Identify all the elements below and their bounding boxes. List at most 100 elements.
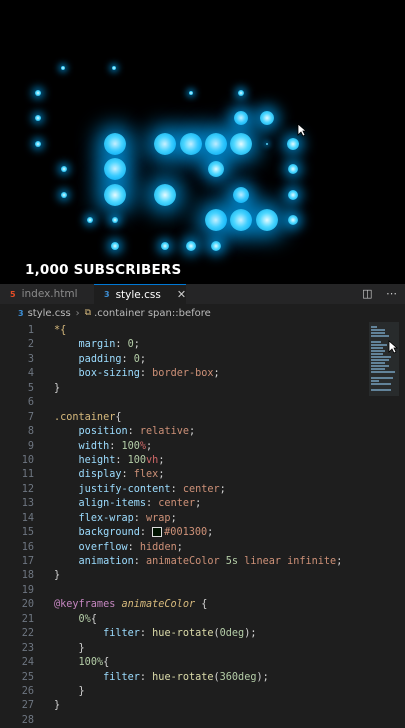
- line-number: 8: [27, 426, 34, 438]
- code-token: :: [127, 426, 140, 438]
- code-token: animateColor: [146, 556, 226, 567]
- code-token: 5s: [225, 556, 239, 567]
- more-actions-icon[interactable]: ⋯: [386, 287, 397, 300]
- glow-dot: [288, 215, 298, 225]
- glow-dot: [104, 133, 126, 155]
- code-token: flex: [133, 469, 159, 481]
- code-line: 20 @keyframes animateColor {: [0, 598, 360, 612]
- line-number: 22: [21, 628, 34, 640]
- code-token: border-box: [152, 368, 214, 380]
- code-line: 28: [0, 714, 360, 728]
- glow-dot: [288, 164, 298, 174]
- code-token: :: [133, 556, 147, 567]
- code-token: align-items: [78, 498, 147, 510]
- code-line: 15 background: #001300;: [0, 526, 360, 540]
- line-number: 7: [27, 411, 34, 423]
- line-number: 10: [21, 454, 34, 466]
- breadcrumb-file[interactable]: style.css: [28, 308, 71, 319]
- breadcrumb-selector[interactable]: .container span::before: [94, 308, 211, 319]
- css3-icon: 3: [18, 308, 24, 318]
- glow-dot: [230, 133, 252, 155]
- code-editor: 5 index.html 3 style.css ✕ ◫ ⋯ 3 style.c…: [0, 284, 405, 726]
- code-token: :: [139, 368, 153, 380]
- code-token: flex-wrap: [78, 512, 134, 524]
- code-line: 13 align-items: center;: [0, 497, 360, 511]
- mouse-cursor-icon: [388, 340, 398, 354]
- code-token: 360deg: [219, 671, 257, 683]
- code-token: hue-rotate: [152, 671, 214, 683]
- line-number: 19: [21, 584, 34, 596]
- code-token: ;: [133, 339, 140, 351]
- subscribers-caption: 1,000 SUBSCRIBERS: [25, 262, 182, 278]
- code-token: center: [158, 498, 196, 510]
- code-token: ;: [336, 556, 343, 567]
- code-token: vh: [146, 454, 159, 466]
- code-token: ;: [158, 469, 165, 481]
- line-number: 15: [21, 527, 34, 539]
- line-number: 18: [21, 570, 34, 582]
- line-number: 9: [27, 440, 34, 452]
- code-token: linear infinite: [238, 556, 337, 567]
- code-line: 7 .container{: [0, 411, 360, 425]
- line-number: 3: [27, 353, 34, 365]
- code-line: 24 100%{: [0, 656, 360, 670]
- code-token: #001300: [164, 527, 208, 539]
- code-token: ;: [195, 498, 202, 510]
- code-line: 1 *{: [0, 324, 360, 338]
- glow-dot: [256, 209, 278, 231]
- code-token: hidden: [139, 541, 177, 553]
- code-line: 2 margin: 0;: [0, 338, 360, 352]
- line-number: 4: [27, 368, 34, 380]
- code-token: :: [127, 541, 140, 553]
- code-token: }: [54, 700, 61, 712]
- color-swatch[interactable]: [152, 527, 163, 538]
- code-token: padding: [78, 353, 122, 365]
- code-token: ;: [170, 512, 177, 524]
- glow-dot: [205, 133, 227, 155]
- line-number: 14: [21, 512, 34, 524]
- code-line: 9 width: 100%;: [0, 440, 360, 454]
- tab-bar: 5 index.html 3 style.css ✕ ◫ ⋯: [0, 284, 405, 304]
- code-line: 17 animation: animateColor 5s linear inf…: [0, 555, 360, 569]
- breadcrumb: 3 style.css › ⧉ .container span::before: [0, 304, 405, 322]
- glow-dot: [180, 133, 202, 155]
- code-token: animation: [78, 556, 134, 567]
- split-editor-icon[interactable]: ◫: [362, 287, 372, 300]
- code-token: :: [170, 483, 183, 495]
- code-token: @keyframes: [54, 599, 116, 611]
- glow-dot: [111, 242, 119, 250]
- close-tab-icon[interactable]: ✕: [177, 288, 186, 301]
- glow-dot: [87, 217, 93, 223]
- code-token: margin: [78, 339, 116, 351]
- tab-index-html[interactable]: 5 index.html: [10, 284, 90, 304]
- line-number: 2: [27, 339, 34, 351]
- line-number: 11: [21, 469, 34, 481]
- line-number: 13: [21, 498, 34, 510]
- code-token: :: [146, 498, 159, 510]
- css3-icon: 3: [104, 290, 110, 299]
- minimap[interactable]: [369, 322, 399, 396]
- line-number: 23: [21, 642, 34, 654]
- code-token: height: [78, 454, 116, 466]
- code-token: justify-content: [78, 483, 171, 495]
- code-token: width: [78, 440, 110, 452]
- code-line: 10 height: 100vh;: [0, 454, 360, 468]
- selector-icon: ⧉: [84, 308, 92, 318]
- code-line: 21 0%{: [0, 613, 360, 627]
- code-token: position: [78, 426, 128, 438]
- tab-style-css[interactable]: 3 style.css ✕: [94, 284, 186, 304]
- code-token: box-sizing: [78, 368, 140, 380]
- code-token: }: [54, 570, 61, 582]
- code-line: 4 box-sizing: border-box;: [0, 367, 360, 381]
- line-number: 1: [27, 325, 34, 336]
- code-area[interactable]: 1 *{2 margin: 0; 3 padding: 0; 4 box-sizing…: [0, 324, 360, 728]
- code-line: 18}: [0, 569, 360, 583]
